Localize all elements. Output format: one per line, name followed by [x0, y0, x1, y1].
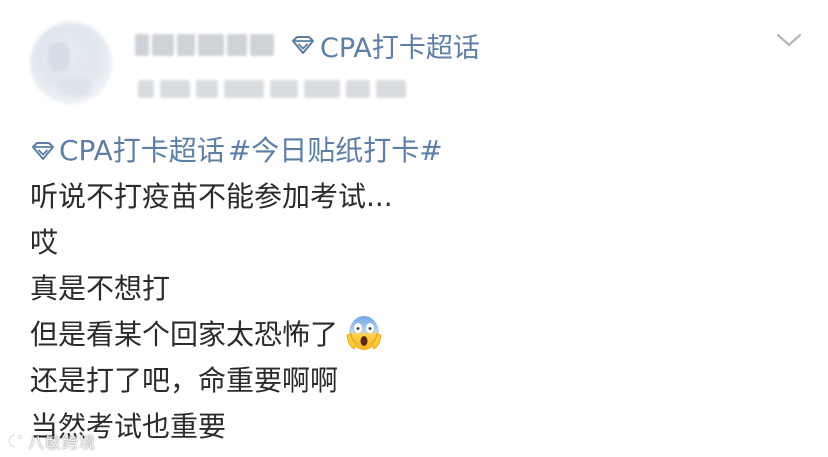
hashtag-link[interactable]: #今日贴纸打卡# [228, 128, 443, 174]
username-redacted[interactable] [135, 30, 285, 60]
redaction-block [135, 34, 149, 56]
post-text-line: 听说不打疫苗不能参加考试... [30, 180, 393, 213]
post-text-line: 还是打了吧，命重要啊啊 [30, 364, 339, 397]
chevron-down-icon[interactable] [773, 28, 805, 52]
redaction-block [224, 80, 264, 98]
redaction-block [198, 34, 224, 56]
redaction-block [250, 34, 274, 56]
watermark: 八敏跨境 [6, 430, 96, 452]
topic-line: CPA打卡超话 #今日贴纸打卡# [30, 128, 810, 174]
redaction-block [138, 80, 154, 98]
face-screaming-in-fear-emoji [344, 313, 384, 353]
avatar-blur-shape [48, 42, 70, 72]
redaction-block [376, 80, 406, 98]
supertopic-link[interactable]: CPA打卡超话 [290, 25, 480, 65]
avatar[interactable] [30, 22, 112, 104]
redaction-block [177, 34, 195, 56]
post-text: 但是看某个回家太恐怖了 [30, 318, 339, 351]
supertopic-label: CPA打卡超话 [320, 32, 480, 64]
post-meta-redacted [138, 76, 423, 102]
weibo-post-card: CPA打卡超话 CPA打卡超话 #今日贴纸打卡# 听说不打疫苗不能参加考试...… [0, 0, 828, 457]
watermark-text: 八敏跨境 [28, 433, 97, 452]
redaction-block [346, 80, 370, 98]
post-text-line-with-emoji: 但是看某个回家太恐怖了 [30, 312, 810, 358]
diamond-icon [30, 140, 56, 162]
supertopic-link[interactable]: CPA打卡超话 [59, 128, 225, 174]
post-text-line: 当然考试也重要 [30, 410, 227, 443]
redaction-block [227, 34, 247, 56]
watermark-logo-icon [8, 434, 22, 448]
redaction-block [304, 80, 340, 98]
diamond-icon [290, 34, 316, 56]
redaction-block [270, 80, 298, 98]
post-text-line: 哎 [30, 226, 59, 259]
post-content: CPA打卡超话 #今日贴纸打卡# 听说不打疫苗不能参加考试... 哎 真是不想打… [30, 128, 810, 450]
avatar-blur-shape [60, 78, 90, 96]
redaction-block [196, 80, 218, 98]
redaction-block [160, 80, 190, 98]
avatar-blur-shape [74, 56, 100, 78]
post-text-line: 真是不想打 [30, 272, 171, 305]
redaction-block [152, 34, 174, 56]
